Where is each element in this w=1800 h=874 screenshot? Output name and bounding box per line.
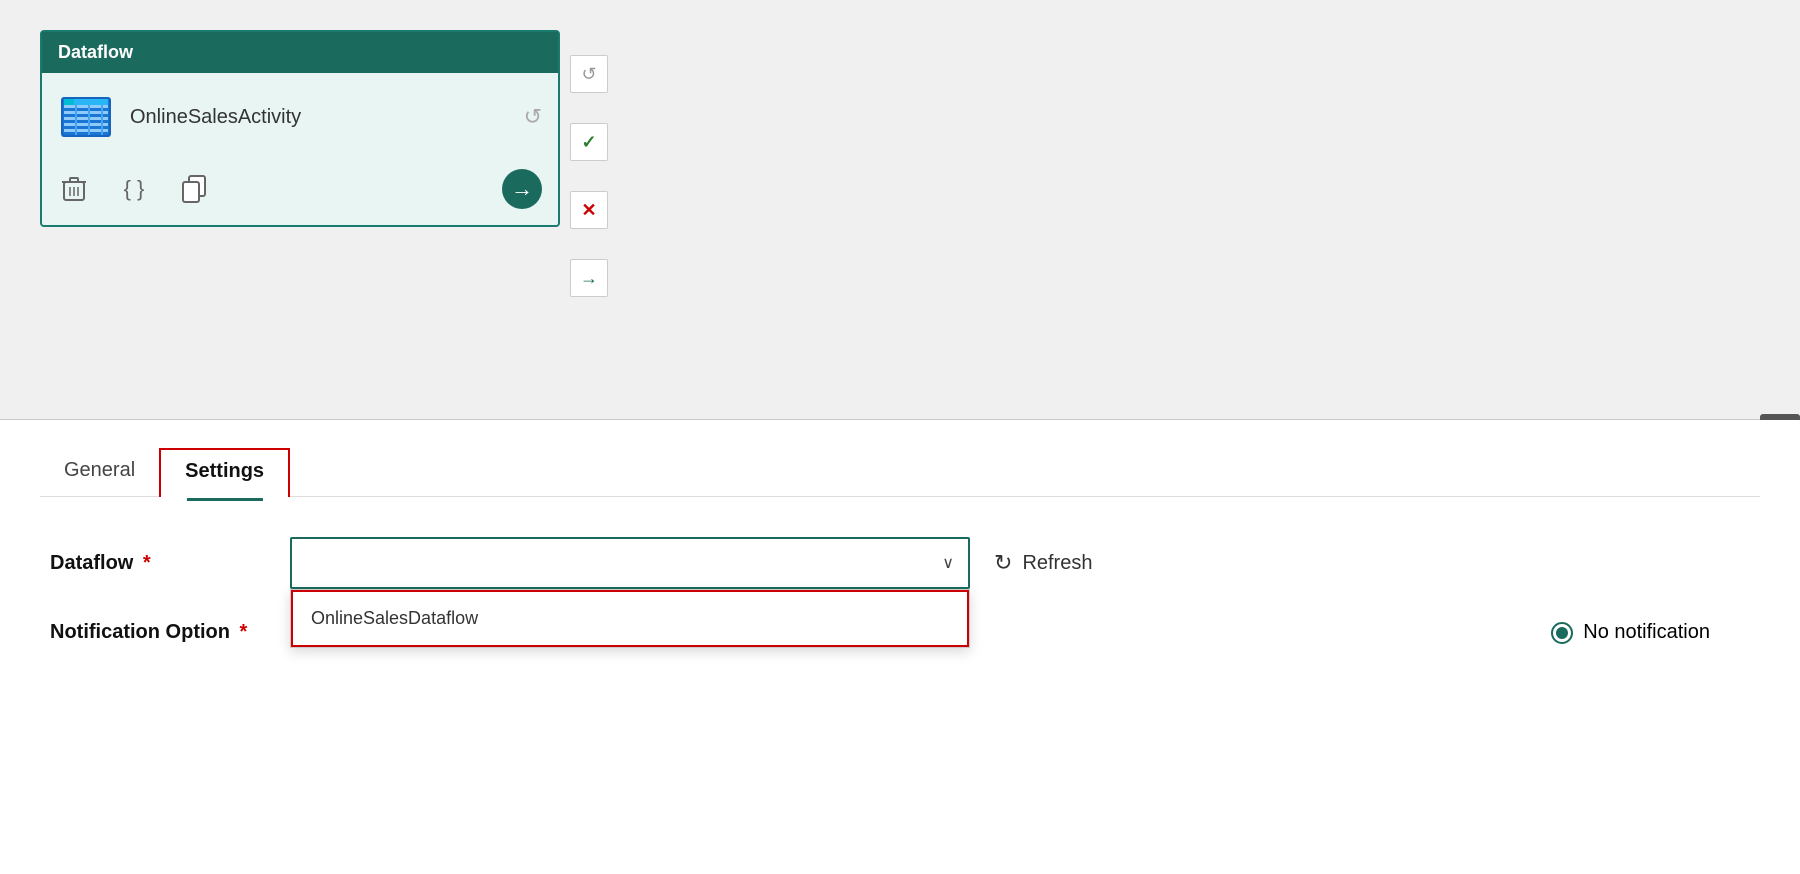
json-braces-icon[interactable]: { } <box>118 173 150 205</box>
refresh-icon: ↻ <box>994 550 1012 576</box>
dataflow-label: Dataflow * <box>50 552 290 575</box>
chevron-down-icon: ∨ <box>942 553 954 573</box>
side-connectors: ↺ ✓ ✕ → <box>570 55 608 297</box>
refresh-button[interactable]: ↻ Refresh <box>994 550 1092 576</box>
dataflow-card-title: Dataflow <box>58 42 133 62</box>
activity-name: OnlineSalesActivity <box>130 106 301 129</box>
dataflow-dropdown-menu: OnlineSalesDataflow <box>290 589 970 648</box>
connector-retry-icon[interactable]: ↺ <box>570 55 608 93</box>
bottom-panel: General Settings Dataflow * ∨ Onl <box>0 420 1800 874</box>
settings-form: Dataflow * ∨ OnlineSalesDataflow ↻ <box>40 537 1760 644</box>
dataflow-dropdown-wrapper: ∨ OnlineSalesDataflow <box>290 537 970 589</box>
tab-settings[interactable]: Settings <box>159 448 290 497</box>
delete-icon[interactable] <box>58 173 90 205</box>
connector-failure-icon[interactable]: ✕ <box>570 191 608 229</box>
dataflow-required-star: * <box>143 552 151 574</box>
tab-general[interactable]: General <box>40 449 159 496</box>
tabs-row: General Settings <box>40 420 1760 497</box>
notification-label: Notification Option * <box>50 621 290 644</box>
dataflow-dropdown[interactable]: ∨ <box>290 537 970 589</box>
notification-required-star: * <box>240 621 248 643</box>
no-notification-option[interactable]: No notification <box>1551 621 1710 644</box>
dropdown-option-online-sales-dataflow[interactable]: OnlineSalesDataflow <box>291 590 969 647</box>
connector-success-icon[interactable]: ✓ <box>570 123 608 161</box>
no-notification-label: No notification <box>1583 621 1710 644</box>
dataflow-card-body: OnlineSalesActivity ↺ { } <box>42 73 558 225</box>
dataflow-card-header: Dataflow <box>42 32 558 73</box>
navigate-arrow-icon[interactable]: → <box>502 169 542 209</box>
activity-row: OnlineSalesActivity ↺ <box>58 89 542 145</box>
connector-arrow-icon[interactable]: → <box>570 259 608 297</box>
dataflow-grid-icon <box>58 89 114 145</box>
activity-retry-icon: ↺ <box>524 104 542 130</box>
dataflow-card: Dataflow <box>40 30 560 227</box>
no-notification-radio-circle <box>1551 622 1573 644</box>
dataflow-field-row: Dataflow * ∨ OnlineSalesDataflow ↻ <box>50 537 1750 589</box>
canvas-area: Dataflow <box>0 0 1800 420</box>
copy-icon[interactable] <box>178 173 210 205</box>
card-actions-row: { } → <box>58 165 542 209</box>
refresh-label: Refresh <box>1022 552 1092 575</box>
